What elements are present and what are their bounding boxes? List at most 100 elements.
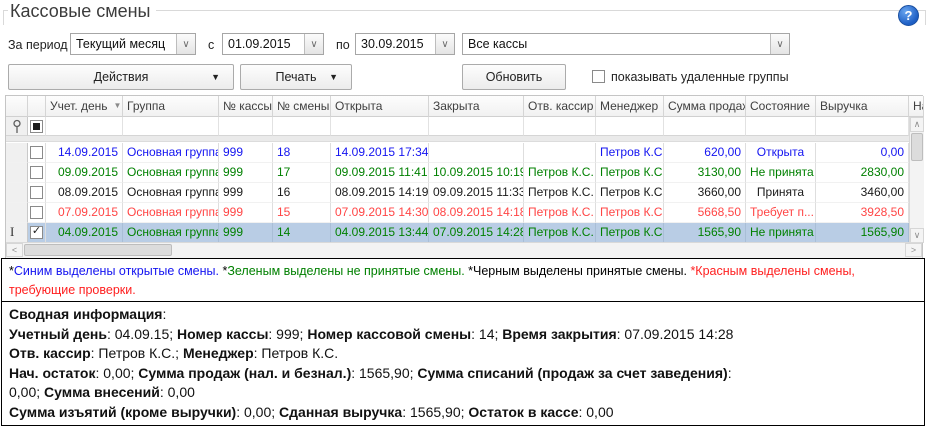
cell[interactable]: Основная группа bbox=[123, 203, 219, 223]
cell[interactable]: 0,00 bbox=[816, 143, 909, 163]
cell[interactable]: 3460,00 bbox=[816, 183, 909, 203]
chevron-down-icon[interactable]: ∨ bbox=[770, 34, 789, 54]
table-row[interactable]: 07.09.2015Основная группа9991507.09.2015… bbox=[6, 203, 909, 223]
cell[interactable]: 1565,90 bbox=[664, 223, 746, 243]
chevron-down-icon[interactable]: ∨ bbox=[435, 34, 454, 54]
filter-cell[interactable] bbox=[596, 117, 664, 136]
filter-cell[interactable] bbox=[664, 117, 746, 136]
cell[interactable]: 07.09.2015 14:30 bbox=[331, 203, 429, 223]
filter-cell[interactable] bbox=[429, 117, 524, 136]
cell[interactable]: Петров К.С. bbox=[596, 163, 664, 183]
row-checkbox-cell[interactable] bbox=[28, 183, 46, 203]
cell[interactable]: 17 bbox=[273, 163, 331, 183]
cell[interactable] bbox=[524, 143, 596, 163]
cell[interactable]: 08.09.2015 14:18 bbox=[429, 203, 524, 223]
cell[interactable]: Петров К.С. bbox=[596, 143, 664, 163]
table-row[interactable]: I04.09.2015Основная группа9991404.09.201… bbox=[6, 223, 909, 243]
cell[interactable]: Основная группа bbox=[123, 163, 219, 183]
cell[interactable]: 10.09.2015 10:19 bbox=[429, 163, 524, 183]
row-checkbox[interactable] bbox=[30, 206, 43, 219]
vertical-scrollbar-thumb[interactable] bbox=[911, 133, 923, 161]
cell[interactable]: 999 bbox=[219, 223, 273, 243]
column-header-9[interactable]: Состояние bbox=[746, 96, 816, 117]
cell[interactable]: Принята bbox=[746, 183, 816, 203]
row-checkbox[interactable] bbox=[30, 226, 43, 239]
cell[interactable]: 3660,00 bbox=[664, 183, 746, 203]
column-header-7[interactable]: Менеджер bbox=[596, 96, 664, 117]
row-checkbox-cell[interactable] bbox=[28, 143, 46, 163]
filter-cell[interactable] bbox=[273, 117, 331, 136]
select-all-checkbox[interactable] bbox=[30, 120, 43, 133]
cell[interactable]: 2830,00 bbox=[816, 163, 909, 183]
scroll-down-icon[interactable]: ∨ bbox=[910, 228, 924, 243]
table-row[interactable]: 08.09.2015Основная группа9991608.09.2015… bbox=[6, 183, 909, 203]
chevron-down-icon[interactable]: ∨ bbox=[304, 34, 323, 54]
table-row[interactable]: 14.09.2015Основная группа9991814.09.2015… bbox=[6, 143, 909, 163]
date-from-field[interactable]: 01.09.2015 ∨ bbox=[222, 33, 324, 55]
cell[interactable]: 3928,50 bbox=[816, 203, 909, 223]
row-checkbox[interactable] bbox=[30, 146, 43, 159]
column-header-10[interactable]: Выручка bbox=[816, 96, 909, 117]
cell[interactable]: 14.09.2015 bbox=[46, 143, 123, 163]
cell[interactable]: 07.09.2015 bbox=[46, 203, 123, 223]
filter-cell[interactable] bbox=[331, 117, 429, 136]
cell[interactable]: Основная группа bbox=[123, 183, 219, 203]
cell[interactable]: Не принята bbox=[746, 223, 816, 243]
cell[interactable]: 620,00 bbox=[664, 143, 746, 163]
column-header-2[interactable]: № кассы bbox=[219, 96, 273, 117]
cell[interactable]: 3130,00 bbox=[664, 163, 746, 183]
cell[interactable]: 14 bbox=[273, 223, 331, 243]
cash-register-select[interactable]: Все кассы ∨ bbox=[462, 33, 790, 55]
cell[interactable]: 04.09.2015 bbox=[46, 223, 123, 243]
cell[interactable]: Петров К.С. bbox=[596, 183, 664, 203]
cell[interactable]: 09.09.2015 bbox=[46, 163, 123, 183]
column-header-8[interactable]: Сумма продаж bbox=[664, 96, 746, 117]
cell[interactable]: 999 bbox=[219, 183, 273, 203]
scroll-up-icon[interactable]: ∧ bbox=[910, 117, 924, 132]
filter-cell[interactable] bbox=[524, 117, 596, 136]
cell[interactable]: 09.09.2015 11:33 bbox=[429, 183, 524, 203]
cell[interactable]: 5668,50 bbox=[664, 203, 746, 223]
cell[interactable]: 08.09.2015 14:19 bbox=[331, 183, 429, 203]
cell[interactable]: 09.09.2015 11:41 bbox=[331, 163, 429, 183]
filter-cell[interactable] bbox=[816, 117, 909, 136]
cell[interactable]: 15 bbox=[273, 203, 331, 223]
cell[interactable]: 18 bbox=[273, 143, 331, 163]
date-to-field[interactable]: 30.09.2015 ∨ bbox=[355, 33, 455, 55]
print-button[interactable]: Печать ▼ bbox=[240, 64, 352, 90]
vertical-scrollbar[interactable]: ∧ ∨ bbox=[909, 117, 924, 243]
row-checkbox[interactable] bbox=[30, 186, 43, 199]
row-checkbox[interactable] bbox=[30, 166, 43, 179]
cell[interactable]: 999 bbox=[219, 203, 273, 223]
cell[interactable]: Не принята bbox=[746, 163, 816, 183]
filter-cell[interactable] bbox=[46, 117, 123, 136]
show-deleted-checkbox[interactable] bbox=[592, 70, 605, 83]
cell[interactable]: 04.09.2015 13:44 bbox=[331, 223, 429, 243]
chevron-down-icon[interactable]: ∨ bbox=[176, 34, 195, 54]
actions-button[interactable]: Действия ▼ bbox=[8, 64, 234, 90]
refresh-button[interactable]: Обновить bbox=[462, 64, 566, 90]
cell[interactable]: Петров К.С. bbox=[524, 223, 596, 243]
filter-cell[interactable] bbox=[219, 117, 273, 136]
cell[interactable]: Петров К.С. bbox=[596, 223, 664, 243]
cell[interactable]: Петров К.С. bbox=[524, 183, 596, 203]
cell[interactable]: 16 bbox=[273, 183, 331, 203]
cell[interactable]: 08.09.2015 bbox=[46, 183, 123, 203]
cell[interactable]: Требует п... bbox=[746, 203, 816, 223]
row-checkbox-cell[interactable] bbox=[28, 223, 46, 243]
column-header-11[interactable]: Нач. bbox=[909, 96, 924, 117]
row-checkbox-cell[interactable] bbox=[28, 203, 46, 223]
cell[interactable] bbox=[429, 143, 524, 163]
column-header-1[interactable]: Группа bbox=[123, 96, 219, 117]
period-select[interactable]: Текущий месяц ∨ bbox=[70, 33, 196, 55]
filter-cell[interactable] bbox=[123, 117, 219, 136]
column-header-4[interactable]: Открыта bbox=[331, 96, 429, 117]
cell[interactable]: Основная группа bbox=[123, 143, 219, 163]
cell[interactable]: Основная группа bbox=[123, 223, 219, 243]
table-filter-row[interactable] bbox=[6, 117, 909, 136]
cell[interactable]: 07.09.2015 14:28 bbox=[429, 223, 524, 243]
scroll-right-icon[interactable]: > bbox=[905, 243, 922, 257]
filter-cell[interactable] bbox=[746, 117, 816, 136]
scroll-left-icon[interactable]: < bbox=[6, 243, 23, 257]
column-header-0[interactable]: Учет. день▼ bbox=[46, 96, 123, 117]
